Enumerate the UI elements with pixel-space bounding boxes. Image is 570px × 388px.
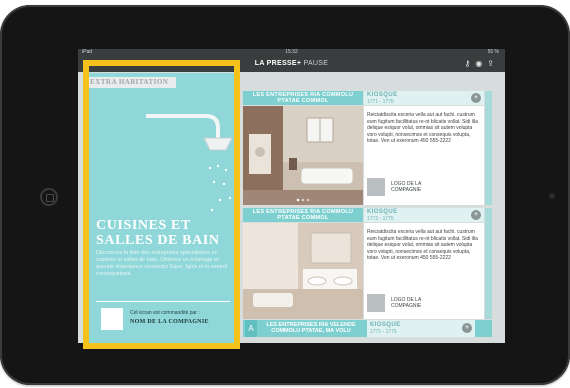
listing-2-photo[interactable]	[243, 223, 363, 319]
kiosk-number: 1771 - 1775	[370, 329, 397, 335]
listing-2-card: Reiciatdiscita exceria vella aut aut fac…	[364, 223, 484, 319]
sponsor-logo-placeholder	[101, 308, 123, 330]
listing-1-kiosk: KIOSQUE 1771 - 1775 +	[364, 91, 484, 105]
sponsor-name: NOM DE LA COMPAGNIE	[130, 319, 209, 325]
listing-2-kiosk: KIOSQUE 1772 - 1775 +	[364, 208, 484, 222]
logo-caption: LOGO DE LA COMPAGNIE	[391, 297, 422, 309]
kiosk-number: 1772 - 1775	[367, 216, 394, 222]
listing-1-photo[interactable]	[243, 106, 363, 205]
kiosk-number: 1771 - 1775	[367, 99, 394, 105]
app-screen: iPad 15:32 55 % LA PRESSE+ PAUSE ⚷◉⇪ EXT…	[78, 49, 505, 343]
share-icon[interactable]: ⇪	[487, 59, 499, 68]
plus-circle-icon[interactable]: +	[462, 323, 472, 333]
status-bar: iPad 15:32 55 %	[78, 49, 505, 56]
key-icon[interactable]: ⚷	[464, 59, 475, 68]
camera-dot	[549, 193, 555, 199]
listing-2-edge	[485, 208, 492, 319]
tablet-frame: iPad 15:32 55 % LA PRESSE+ PAUSE ⚷◉⇪ EXT…	[0, 5, 570, 385]
account-icon[interactable]: ◉	[475, 59, 487, 68]
bathroom-photo-1	[243, 106, 363, 205]
kiosk-title: KIOSQUE	[370, 322, 401, 328]
listing-1-card: Reiciatdiscita exceria vella aut aut fac…	[364, 106, 484, 205]
battery-level: 55 %	[487, 49, 499, 55]
sponsor-label: Cet écran est commandité par :	[130, 310, 200, 316]
header-icons: ⚷◉⇪	[464, 59, 499, 68]
brand-section: PAUSE	[303, 60, 329, 67]
listing-3-header: LES ENTREPRISES RIA VELENDE COMMOLU PTAT…	[266, 322, 356, 334]
featured-panel: EXTRA HABITATION CUISINES ET SALLES DE B…	[86, 73, 239, 343]
listing-3-kiosk: KIOSQUE 1771 - 1775 +	[367, 320, 475, 337]
plus-circle-icon[interactable]: +	[471, 210, 481, 220]
logo-caption: LOGO DE LA COMPAGNIE	[391, 181, 422, 193]
company-logo-placeholder	[367, 294, 385, 312]
company-logo-placeholder	[367, 178, 385, 196]
kiosk-title: KIOSQUE	[367, 92, 398, 98]
listing-1-header[interactable]: LES ENTREPRISES RIA COMMOLU PTATAE COMMO…	[243, 91, 363, 105]
section-tab: EXTRA HABITATION	[86, 77, 177, 88]
plus-circle-icon[interactable]: +	[471, 93, 481, 103]
alphabet-index[interactable]: A	[245, 320, 257, 337]
status-time: 15:32	[285, 49, 298, 55]
home-button[interactable]	[40, 188, 58, 206]
listing-1-edge	[485, 91, 492, 205]
brand-title[interactable]: LA PRESSE+ PAUSE	[78, 60, 505, 67]
listing-description: Reiciatdiscita exceria vella aut aut fac…	[367, 229, 478, 261]
shower-head-icon	[146, 114, 233, 212]
listing-2-header[interactable]: LES ENTREPRISES RIA COMMOLU PTATAE COMMO…	[243, 208, 363, 222]
listing-3-strip[interactable]: A LES ENTREPRISES RIA VELENDE COMMOLU PT…	[243, 320, 492, 337]
brand-name: LA PRESSE+	[254, 60, 302, 67]
bathroom-photo-2	[243, 223, 363, 319]
panel-title: CUISINES ET SALLES DE BAIN	[96, 218, 220, 248]
kiosk-title: KIOSQUE	[367, 209, 398, 215]
panel-description: Découvrez la liste des entreprises spéci…	[96, 250, 228, 277]
sponsor-block[interactable]: Cet écran est commandité par : NOM DE LA…	[96, 301, 230, 336]
listing-description: Reiciatdiscita exceria vella aut aut fac…	[367, 112, 478, 144]
app-header: LA PRESSE+ PAUSE ⚷◉⇪	[78, 56, 505, 72]
